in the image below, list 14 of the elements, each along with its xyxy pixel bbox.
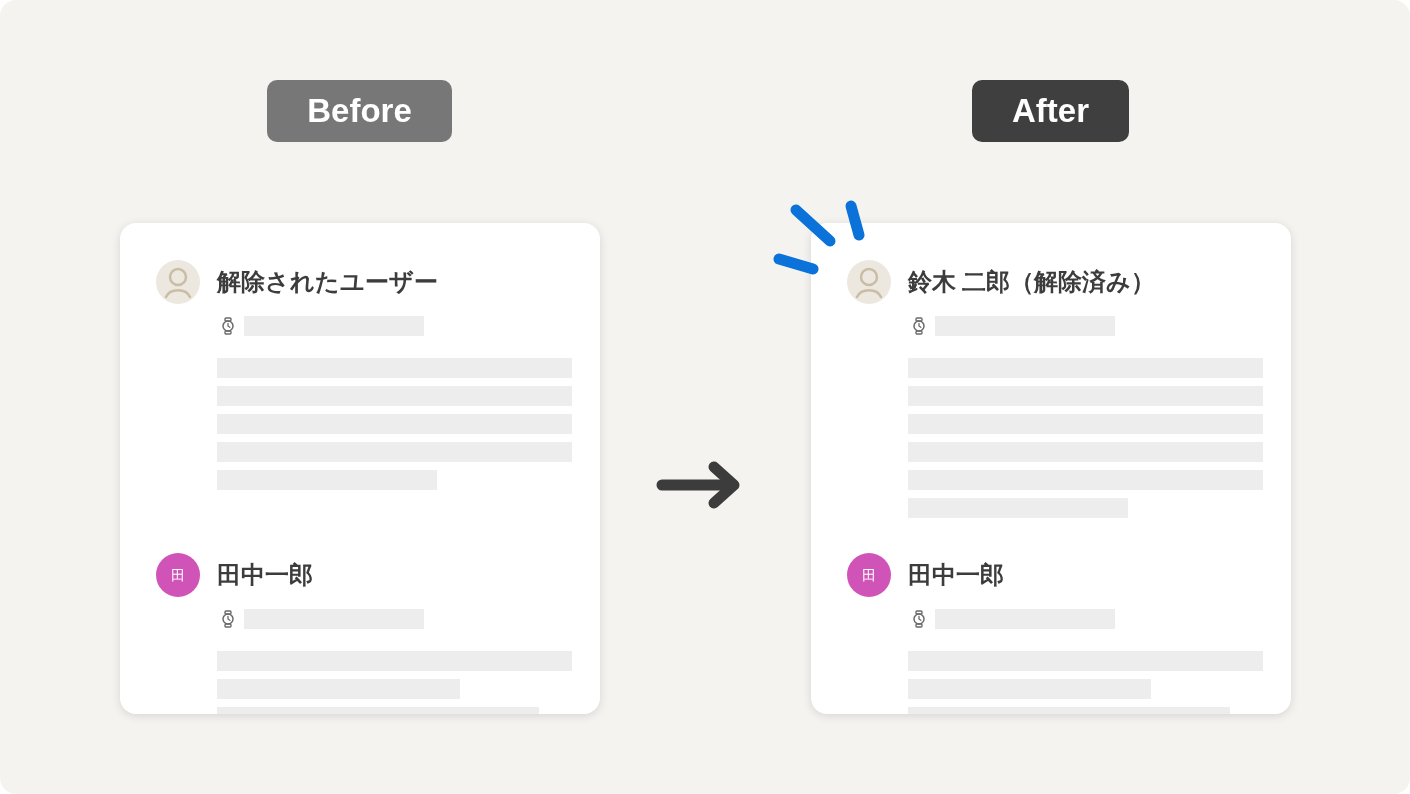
watch-icon <box>220 317 235 335</box>
watch-icon <box>911 317 926 335</box>
initial-avatar: 田 <box>846 553 891 597</box>
user-name: 解除されたユーザー <box>216 267 438 297</box>
watch-icon <box>220 610 235 628</box>
user-name: 田中一郎 <box>216 560 313 590</box>
watch-icon <box>911 610 926 628</box>
user-avatar-icon <box>846 260 891 304</box>
initial-avatar: 田 <box>155 553 200 597</box>
user-avatar-icon <box>155 260 200 304</box>
panel-label: Before <box>267 80 452 142</box>
user-name: 田中一郎 <box>907 560 1004 590</box>
panel-label: After <box>972 80 1129 142</box>
user-name: 鈴木 二郎（解除済み） <box>907 267 1156 297</box>
